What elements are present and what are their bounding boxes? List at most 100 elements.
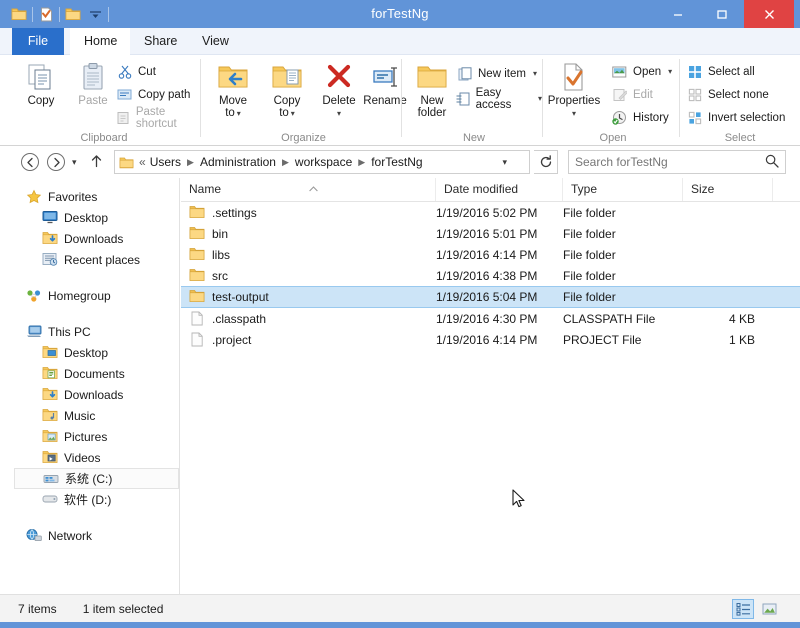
sidebar-item-network[interactable]: Network bbox=[0, 525, 179, 546]
breadcrumb-chevron-1[interactable]: ▶ bbox=[183, 157, 198, 168]
table-row[interactable]: .settings 1/19/2016 5:02 PM File folder bbox=[181, 202, 800, 223]
address-dropdown-icon[interactable]: ▾ bbox=[502, 157, 507, 168]
sidebar-item-pc-pictures[interactable]: Pictures bbox=[0, 426, 179, 447]
new-item-button[interactable]: New item ▾ bbox=[454, 63, 537, 84]
search-box[interactable]: Search forTestNg bbox=[568, 150, 786, 174]
cut-button[interactable]: Cut bbox=[114, 61, 156, 82]
maximize-button[interactable] bbox=[700, 0, 744, 28]
sidebar-label-pc-music: Music bbox=[64, 408, 96, 423]
sidebar-item-pc-desktop[interactable]: Desktop bbox=[0, 342, 179, 363]
large-icons-view-button[interactable] bbox=[758, 599, 780, 619]
column-header-type[interactable]: Type bbox=[563, 178, 683, 201]
sidebar-item-recent-places[interactable]: Recent places bbox=[0, 249, 179, 270]
breadcrumb-folder-icon bbox=[119, 156, 134, 169]
breadcrumb-item-workspace[interactable]: workspace bbox=[293, 155, 354, 169]
tab-share[interactable]: Share bbox=[130, 28, 188, 55]
file-name-cell[interactable]: libs bbox=[181, 247, 436, 263]
sidebar-label-pc-desktop: Desktop bbox=[64, 345, 109, 360]
new-folder-button[interactable]: New folder bbox=[406, 59, 458, 123]
copy-path-icon bbox=[116, 86, 133, 103]
table-row[interactable]: src 1/19/2016 4:38 PM File folder bbox=[181, 265, 800, 286]
invert-selection-button[interactable]: Invert selection bbox=[684, 107, 785, 128]
file-name-label: src bbox=[212, 268, 228, 283]
invert-selection-icon bbox=[686, 109, 703, 126]
back-button[interactable] bbox=[21, 153, 39, 171]
edit-button[interactable]: Edit bbox=[609, 84, 653, 105]
easy-access-icon bbox=[456, 90, 471, 107]
breadcrumb-item-users[interactable]: Users bbox=[148, 155, 183, 169]
minimize-button[interactable] bbox=[656, 0, 700, 28]
copy-to-label-2: to bbox=[279, 107, 289, 119]
sidebar-item-pc-documents[interactable]: Documents bbox=[0, 363, 179, 384]
sidebar-item-downloads[interactable]: Downloads bbox=[0, 228, 179, 249]
easy-access-button[interactable]: Easy access ▾ bbox=[454, 87, 542, 111]
sidebar-item-favorites[interactable]: Favorites bbox=[0, 186, 179, 207]
tab-view[interactable]: View bbox=[188, 28, 242, 55]
copy-button[interactable]: Copy bbox=[14, 59, 68, 123]
address-breadcrumb-bar[interactable]: « Users ▶ Administration ▶ workspace ▶ f… bbox=[114, 150, 530, 174]
refresh-button[interactable] bbox=[534, 150, 558, 174]
select-none-button[interactable]: Select none bbox=[684, 84, 769, 105]
file-list-pane[interactable]: Name Date modified Type Size .settings 1… bbox=[181, 178, 800, 594]
breadcrumb-chevron-2[interactable]: ▶ bbox=[278, 157, 293, 168]
close-button[interactable] bbox=[744, 0, 794, 28]
breadcrumb-item-fortestng[interactable]: forTestNg bbox=[369, 155, 424, 169]
paste-shortcut-button[interactable]: Paste shortcut bbox=[114, 106, 200, 130]
file-name-label: .settings bbox=[212, 205, 257, 220]
videos-icon bbox=[42, 450, 58, 466]
table-row-selected[interactable]: test-output 1/19/2016 5:04 PM File folde… bbox=[181, 286, 800, 308]
file-name-cell[interactable]: .classpath bbox=[181, 311, 436, 327]
select-all-button[interactable]: Select all bbox=[684, 61, 755, 82]
history-button[interactable]: History bbox=[609, 107, 669, 128]
properties-button[interactable]: Properties ▾ bbox=[543, 59, 605, 123]
search-icon[interactable] bbox=[765, 154, 779, 171]
recent-locations-icon[interactable]: ▾ bbox=[72, 157, 77, 168]
sidebar-item-desktop[interactable]: Desktop bbox=[0, 207, 179, 228]
file-name-cell[interactable]: bin bbox=[181, 226, 436, 242]
breadcrumb-item-administration[interactable]: Administration bbox=[198, 155, 278, 169]
search-input[interactable]: Search forTestNg bbox=[575, 155, 765, 169]
tab-file[interactable]: File bbox=[12, 28, 64, 55]
rename-button[interactable]: Rename bbox=[358, 59, 412, 123]
rename-icon bbox=[370, 59, 400, 95]
column-header-date[interactable]: Date modified bbox=[436, 178, 563, 201]
file-name-cell[interactable]: .project bbox=[181, 332, 436, 348]
table-row[interactable]: bin 1/19/2016 5:01 PM File folder bbox=[181, 223, 800, 244]
copy-path-button[interactable]: Copy path bbox=[114, 84, 190, 105]
ribbon-group-clipboard: Copy Paste Cut Copy path Paste shortcut … bbox=[8, 55, 200, 145]
details-view-button[interactable] bbox=[732, 599, 754, 619]
table-row[interactable]: .project 1/19/2016 4:14 PM PROJECT File … bbox=[181, 329, 800, 350]
sidebar-item-pc-music[interactable]: Music bbox=[0, 405, 179, 426]
sidebar-item-pc-downloads[interactable]: Downloads bbox=[0, 384, 179, 405]
sidebar-item-drive-c[interactable]: 系统 (C:) bbox=[14, 468, 179, 489]
table-row[interactable]: .classpath 1/19/2016 4:30 PM CLASSPATH F… bbox=[181, 308, 800, 329]
paste-button[interactable]: Paste bbox=[66, 59, 120, 123]
sidebar-item-drive-d[interactable]: 软件 (D:) bbox=[0, 489, 179, 510]
tab-home[interactable]: Home bbox=[70, 28, 130, 55]
file-name-cell[interactable]: .settings bbox=[181, 205, 436, 221]
sidebar-label-pc-pictures: Pictures bbox=[64, 429, 108, 444]
column-header-size[interactable]: Size bbox=[683, 178, 773, 201]
sidebar-item-this-pc[interactable]: This PC bbox=[0, 321, 179, 342]
file-type-cell: CLASSPATH File bbox=[563, 311, 656, 326]
open-icon bbox=[611, 63, 628, 80]
file-name-cell[interactable]: test-output bbox=[181, 289, 436, 305]
mouse-cursor bbox=[512, 489, 526, 509]
view-toggle-group bbox=[732, 599, 780, 619]
open-button[interactable]: Open ▾ bbox=[609, 61, 672, 82]
navigation-pane[interactable]: Favorites Desktop Downloads Recent place… bbox=[0, 178, 180, 594]
sidebar-item-homegroup[interactable]: Homegroup bbox=[0, 285, 179, 306]
forward-button[interactable] bbox=[47, 153, 65, 171]
up-button[interactable] bbox=[90, 154, 103, 171]
breadcrumb-chevron-3[interactable]: ▶ bbox=[354, 157, 369, 168]
move-to-button[interactable]: Move to ▾ bbox=[206, 59, 260, 123]
file-name-cell[interactable]: src bbox=[181, 268, 436, 284]
file-date-cell: 1/19/2016 4:14 PM bbox=[436, 247, 538, 262]
drive-icon bbox=[42, 492, 58, 508]
table-row[interactable]: libs 1/19/2016 4:14 PM File folder bbox=[181, 244, 800, 265]
file-name-label: libs bbox=[212, 247, 231, 262]
ribbon-separator-1 bbox=[200, 59, 201, 137]
history-icon bbox=[611, 109, 628, 126]
sidebar-item-pc-videos[interactable]: Videos bbox=[0, 447, 179, 468]
copy-to-button[interactable]: Copy to ▾ bbox=[260, 59, 314, 123]
